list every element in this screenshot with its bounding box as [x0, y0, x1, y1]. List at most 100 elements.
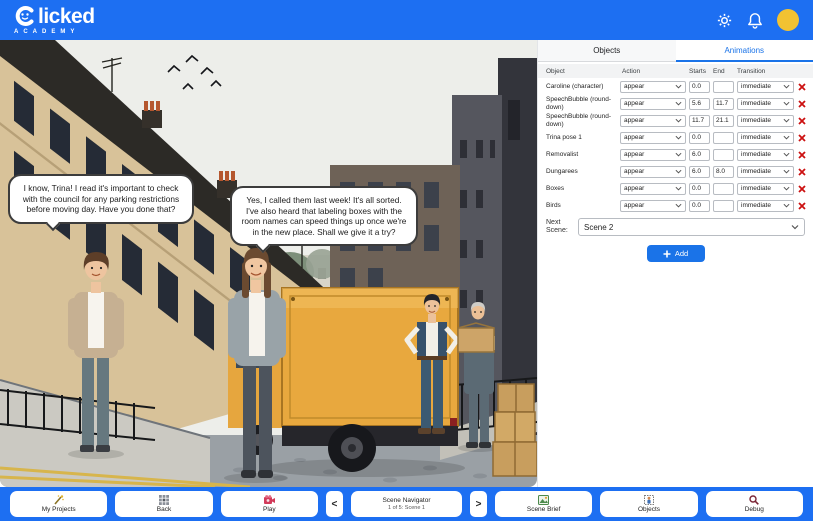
chevron-down-icon: [783, 169, 790, 174]
action-select[interactable]: appear: [620, 80, 686, 93]
magnifier-icon: [749, 495, 760, 505]
end-input[interactable]: [713, 131, 734, 144]
my-projects-button[interactable]: My Projects: [10, 491, 108, 517]
next-scene-select[interactable]: Scene 2: [578, 218, 805, 236]
chevron-down-icon: [783, 186, 790, 191]
chevron-down-icon: [791, 225, 799, 230]
next-scene-button[interactable]: >: [470, 491, 487, 517]
gear-icon[interactable]: [716, 12, 733, 29]
action-select[interactable]: appear: [620, 114, 686, 127]
object-label: Dungarees: [546, 167, 578, 175]
scene-brief-button[interactable]: Scene Brief: [495, 491, 593, 517]
delete-icon[interactable]: [798, 201, 806, 210]
transition-select[interactable]: immediate: [737, 148, 794, 161]
scene-canvas[interactable]: I know, Trina! I read it's important to …: [0, 40, 537, 487]
object-label: Birds: [546, 201, 561, 209]
table-header: Object Action Starts End Transition: [538, 64, 813, 78]
speech-bubble-2[interactable]: Yes, I called them last week! It's all s…: [230, 186, 418, 254]
scene-illustration: [0, 40, 537, 487]
storyboard-grid-icon: [158, 495, 169, 505]
transition-select[interactable]: immediate: [737, 131, 794, 144]
chevron-down-icon: [675, 186, 682, 191]
delete-icon[interactable]: [798, 82, 806, 91]
object-label: Boxes: [546, 184, 565, 192]
starts-input[interactable]: [689, 97, 710, 110]
tab-objects[interactable]: Objects: [538, 40, 676, 62]
delete-icon[interactable]: [798, 184, 806, 193]
delete-icon[interactable]: [798, 167, 806, 176]
delete-icon[interactable]: [798, 133, 806, 142]
chevron-down-icon: [675, 169, 682, 174]
bell-icon[interactable]: [747, 12, 763, 29]
starts-input[interactable]: [689, 199, 710, 212]
chevron-down-icon: [675, 203, 682, 208]
starts-input[interactable]: [689, 182, 710, 195]
back-button[interactable]: Back: [115, 491, 213, 517]
delete-icon[interactable]: [798, 150, 806, 159]
animation-row: SpeechBubble (round-down) appear immedia…: [538, 95, 813, 112]
app-logo: licked ACADEMY: [14, 4, 95, 36]
chevron-down-icon: [783, 101, 790, 106]
end-input[interactable]: [713, 114, 734, 127]
starts-input[interactable]: [689, 148, 710, 161]
speech-bubble-2-text: Yes, I called them last week! It's all s…: [241, 195, 407, 237]
action-select[interactable]: appear: [620, 148, 686, 161]
transition-select[interactable]: immediate: [737, 114, 794, 127]
tab-animations[interactable]: Animations: [675, 40, 813, 62]
animation-row: SpeechBubble (round-down) appear immedia…: [538, 112, 813, 129]
bottom-toolbar: My Projects Back Play < Scene Navigator …: [0, 487, 813, 521]
starts-input[interactable]: [689, 114, 710, 127]
action-select[interactable]: appear: [620, 165, 686, 178]
object-label: SpeechBubble (round-down): [546, 96, 612, 111]
animation-row: Trina pose 1 appear immediate: [538, 129, 813, 146]
object-selection-icon: [644, 495, 654, 505]
play-button[interactable]: Play: [220, 491, 318, 517]
end-input[interactable]: [713, 165, 734, 178]
transition-select[interactable]: immediate: [737, 165, 794, 178]
chevron-down-icon: [675, 135, 682, 140]
scene-navigator-button[interactable]: Scene Navigator 1 of 5: Scene 1: [350, 491, 463, 517]
animations-panel: Objects Animations Object Action Starts …: [537, 40, 813, 487]
end-input[interactable]: [713, 199, 734, 212]
animation-row: Caroline (character) appear immediate: [538, 78, 813, 95]
animation-row: Removalist appear immediate: [538, 146, 813, 163]
chevron-down-icon: [783, 135, 790, 140]
action-select[interactable]: appear: [620, 97, 686, 110]
transition-select[interactable]: immediate: [737, 97, 794, 110]
object-label: Trina pose 1: [546, 133, 582, 141]
logo-face-icon: [15, 6, 34, 26]
delete-icon[interactable]: [798, 116, 806, 125]
picture-icon: [538, 495, 550, 505]
debug-button[interactable]: Debug: [705, 491, 803, 517]
add-animation-button[interactable]: Add: [646, 245, 705, 262]
plus-icon: [663, 250, 671, 257]
delete-icon[interactable]: [798, 99, 806, 108]
user-avatar[interactable]: [777, 9, 799, 31]
boxes[interactable]: [492, 383, 537, 477]
end-input[interactable]: [713, 182, 734, 195]
prev-scene-button[interactable]: <: [325, 491, 343, 517]
starts-input[interactable]: [689, 165, 710, 178]
objects-button[interactable]: Objects: [600, 491, 698, 517]
chevron-down-icon: [783, 152, 790, 157]
starts-input[interactable]: [689, 80, 710, 93]
end-input[interactable]: [713, 80, 734, 93]
starts-input[interactable]: [689, 131, 710, 144]
app-header: licked ACADEMY: [0, 0, 813, 40]
action-select[interactable]: appear: [620, 182, 686, 195]
object-label: Caroline (character): [546, 82, 604, 90]
animation-row: Boxes appear immediate: [538, 180, 813, 197]
speech-bubble-1-text: I know, Trina! I read it's important to …: [22, 183, 180, 215]
transition-select[interactable]: immediate: [737, 199, 794, 212]
transition-select[interactable]: immediate: [737, 80, 794, 93]
end-input[interactable]: [713, 97, 734, 110]
transition-select[interactable]: immediate: [737, 182, 794, 195]
end-input[interactable]: [713, 148, 734, 161]
animation-row: Birds appear immediate: [538, 197, 813, 214]
chevron-down-icon: [783, 84, 790, 89]
logo-title: licked: [38, 4, 95, 28]
action-select[interactable]: appear: [620, 199, 686, 212]
next-scene-label: Next Scene:: [546, 218, 568, 234]
speech-bubble-1[interactable]: I know, Trina! I read it's important to …: [8, 174, 194, 231]
action-select[interactable]: appear: [620, 131, 686, 144]
